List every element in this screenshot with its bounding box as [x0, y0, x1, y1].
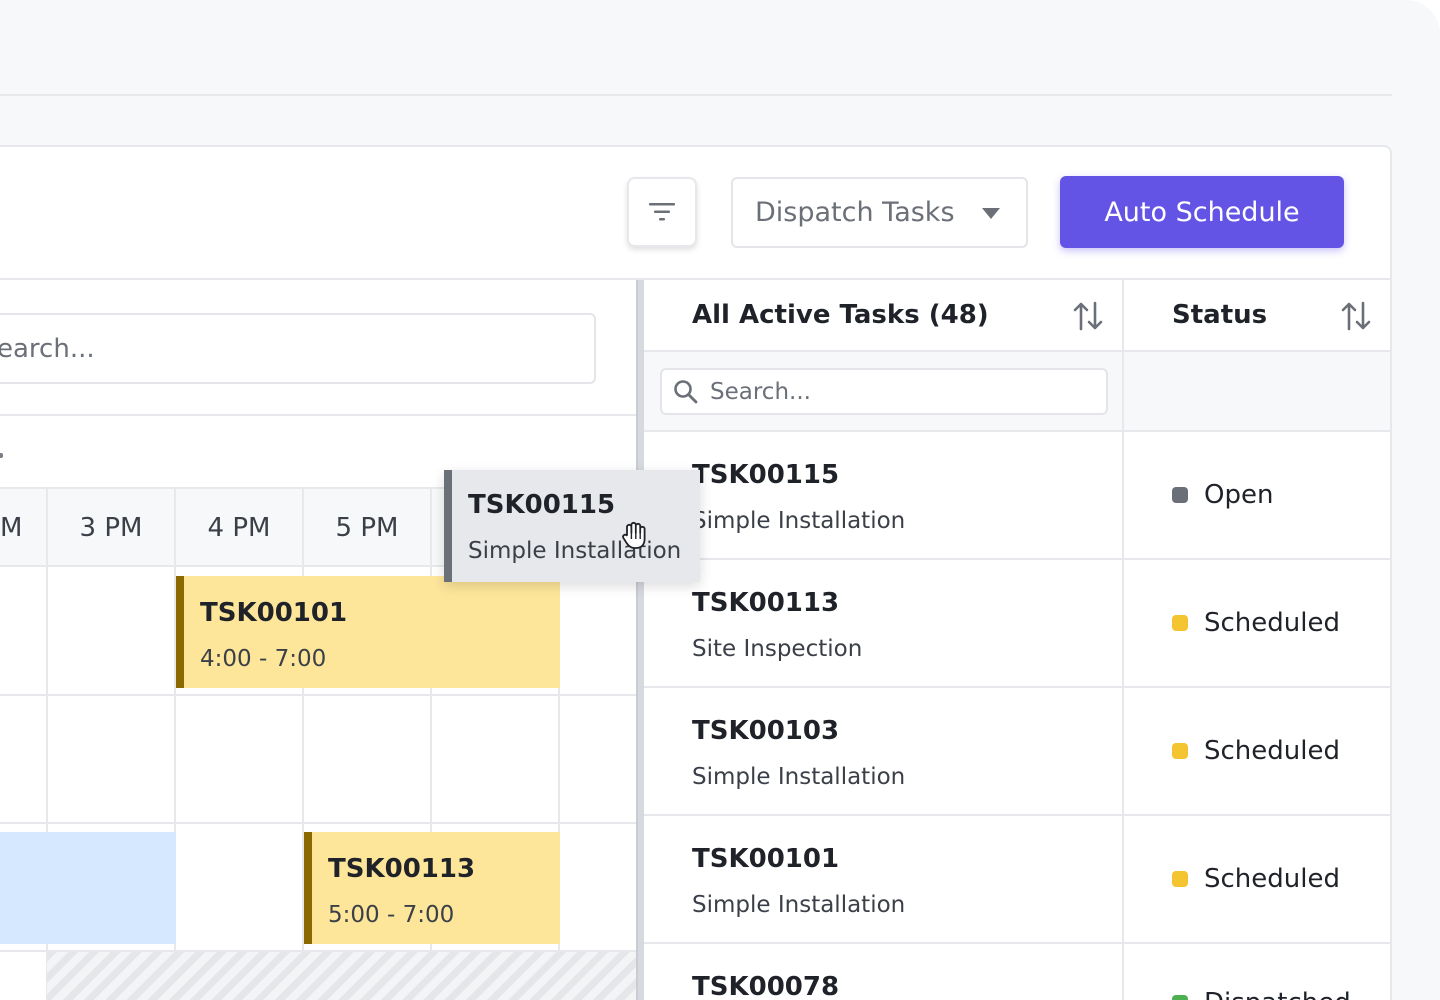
event-block[interactable]: TSK00101 4:00 - 7:00 — [176, 576, 560, 688]
scheduler-search-input[interactable]: earch... — [0, 313, 596, 384]
filter-button[interactable] — [627, 177, 697, 247]
status-text: Scheduled — [1204, 608, 1340, 638]
caret-down-icon — [982, 208, 1000, 219]
status-text: Scheduled — [1204, 864, 1340, 894]
status-dot-icon — [1172, 743, 1188, 759]
task-id: TSK00113 — [692, 588, 840, 618]
status-badge: Scheduled — [1172, 608, 1340, 638]
header-divider — [0, 94, 1392, 96]
tasks-search-input[interactable]: Search... — [660, 368, 1108, 415]
panel-splitter[interactable] — [636, 280, 644, 1000]
time-slot: 3 PM — [79, 513, 143, 543]
time-slot: 4 PM — [207, 513, 271, 543]
sort-icon[interactable] — [1072, 299, 1104, 333]
table-row[interactable]: TSK00078 Dispatched — [644, 944, 1390, 1000]
dispatch-tasks-select[interactable]: Dispatch Tasks — [731, 177, 1028, 248]
sort-icon[interactable] — [1340, 299, 1372, 333]
status-dot-icon — [1172, 487, 1188, 503]
status-column-header[interactable]: Status — [1172, 280, 1267, 350]
table-row[interactable]: TSK00113 Site Inspection Scheduled — [644, 560, 1390, 688]
dragged-task-card[interactable]: TSK00115 Simple Installation — [444, 470, 700, 582]
task-id: TSK00103 — [692, 716, 840, 746]
status-dot-icon — [1172, 995, 1188, 1000]
task-description: Simple Installation — [692, 892, 906, 918]
booked-block[interactable] — [0, 832, 176, 944]
time-slot: M — [0, 513, 23, 543]
event-id: TSK00101 — [200, 598, 348, 628]
event-id: TSK00113 — [328, 854, 476, 884]
task-description: Simple Installation — [692, 764, 906, 790]
auto-schedule-button[interactable]: Auto Schedule — [1060, 176, 1344, 248]
task-description: Site Inspection — [692, 636, 863, 662]
status-text: Dispatched — [1204, 988, 1351, 1000]
tasks-search-placeholder: Search... — [710, 378, 811, 405]
search-icon — [674, 379, 698, 403]
task-id: TSK00101 — [692, 844, 840, 874]
event-time: 5:00 - 7:00 — [328, 902, 455, 928]
status-text: Open — [1204, 480, 1274, 510]
scheduler-divider — [0, 414, 636, 416]
table-row[interactable]: TSK00115 Simple Installation Open — [644, 432, 1390, 560]
status-badge: Open — [1172, 480, 1273, 510]
task-description: Simple Installation — [692, 508, 906, 534]
time-slot: 5 PM — [335, 513, 399, 543]
scheduler-search-placeholder: earch... — [0, 333, 95, 364]
unavailable-hatch — [47, 952, 636, 1000]
drag-task-description: Simple Installation — [468, 538, 682, 564]
event-time: 4:00 - 7:00 — [200, 646, 327, 672]
status-dot-icon — [1172, 615, 1188, 631]
grid-line — [0, 694, 636, 696]
table-row[interactable]: TSK00103 Simple Installation Scheduled — [644, 688, 1390, 816]
task-id: TSK00078 — [692, 972, 840, 1000]
table-row[interactable]: TSK00101 Simple Installation Scheduled — [644, 816, 1390, 944]
status-badge: Dispatched — [1172, 988, 1351, 1000]
event-block[interactable]: TSK00113 5:00 - 7:00 — [304, 832, 560, 944]
task-id: TSK00115 — [692, 460, 840, 490]
status-badge: Scheduled — [1172, 736, 1340, 766]
filter-icon — [649, 203, 675, 221]
resource-label-fragment — [0, 453, 3, 458]
tasks-column-header[interactable]: All Active Tasks (48) — [692, 280, 989, 350]
grab-cursor-icon — [622, 521, 646, 549]
status-dot-icon — [1172, 871, 1188, 887]
status-text: Scheduled — [1204, 736, 1340, 766]
grid-line — [0, 822, 636, 824]
dispatch-select-value: Dispatch Tasks — [755, 197, 955, 228]
status-badge: Scheduled — [1172, 864, 1340, 894]
drag-task-id: TSK00115 — [468, 490, 616, 520]
